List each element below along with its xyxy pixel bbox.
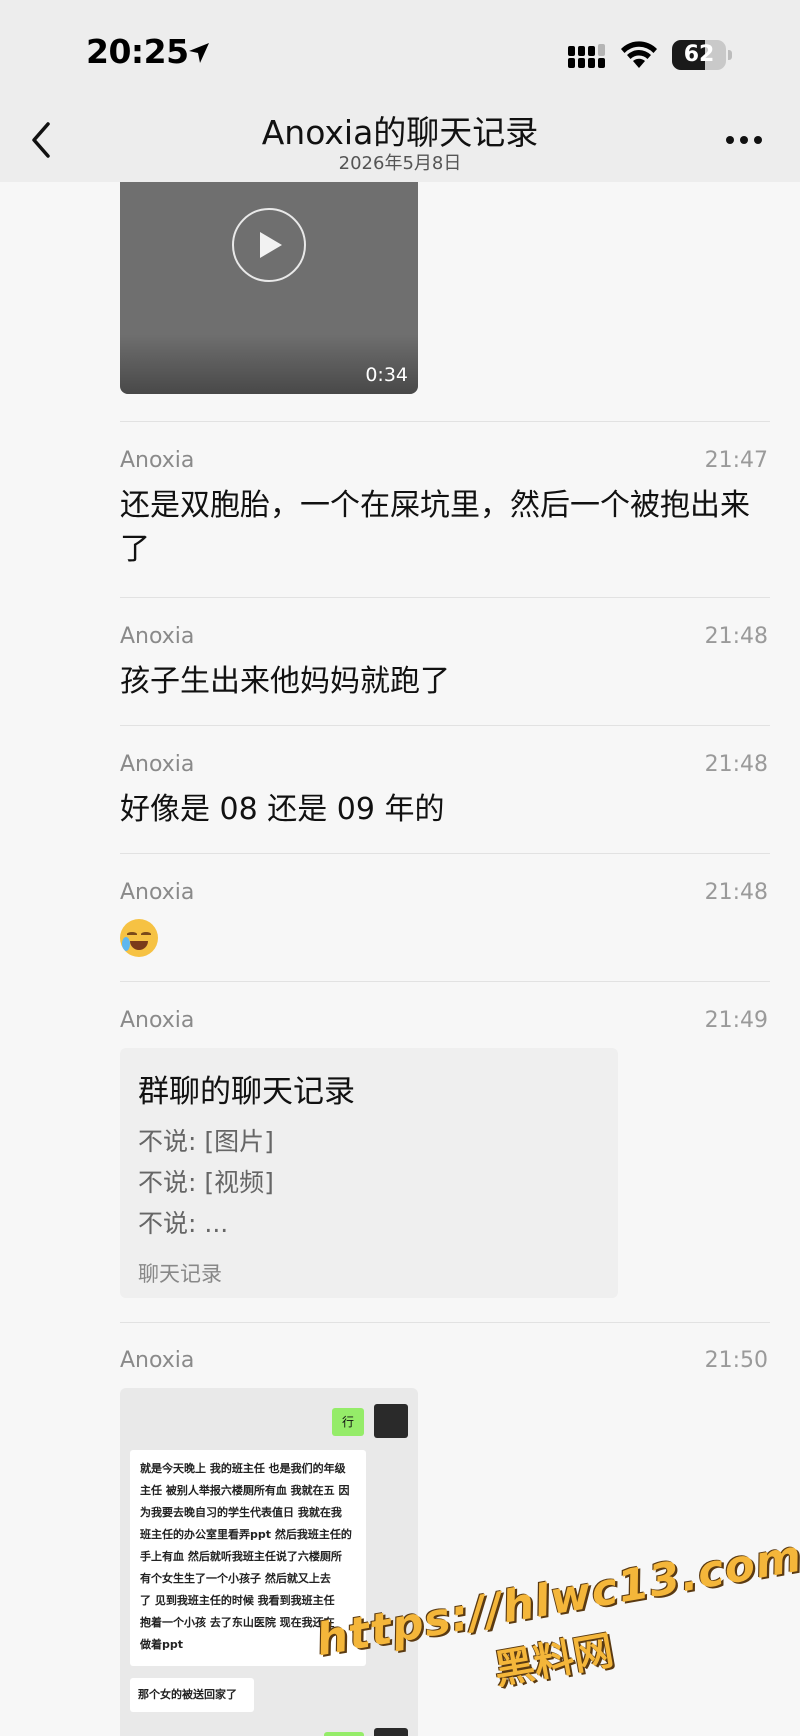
divider [120, 597, 770, 598]
message-time: 21:48 [704, 880, 768, 905]
message-sender: Anoxia [120, 624, 195, 649]
play-button[interactable] [232, 208, 306, 282]
cellular-signal-icon [568, 44, 605, 68]
screenshot-reply-bubble: 行 [332, 1408, 364, 1436]
divider [120, 725, 770, 726]
wifi-icon [621, 41, 657, 68]
battery-indicator: 62 [672, 40, 732, 70]
status-time: 20:25 [86, 32, 189, 71]
chat-record-card[interactable]: 群聊的聊天记录 不说: [图片] 不说: [视频] 不说: ... 聊天记录 [120, 1048, 618, 1298]
location-arrow-icon [189, 43, 209, 63]
battery-percent: 62 [683, 42, 715, 67]
message-time: 21:48 [704, 752, 768, 777]
chat-record-list[interactable]: 0:34 Anoxia 21:47 还是双胞胎，一个在屎坑里，然后一个被抱出来了… [0, 182, 800, 1736]
message-time: 21:50 [704, 1348, 768, 1373]
more-options-icon[interactable] [722, 128, 766, 152]
video-message[interactable]: 0:34 [120, 182, 418, 394]
chat-record-line: 不说: [视频] [138, 1168, 274, 1197]
message-text: 孩子生出来他妈妈就跑了 [120, 664, 450, 699]
screenshot-reply-bubble: 那个女的被送回家了 [130, 1678, 254, 1712]
divider [120, 1322, 770, 1323]
message-time: 21:48 [704, 624, 768, 649]
message-time: 21:49 [704, 1008, 768, 1033]
play-icon [260, 232, 282, 258]
message-sender: Anoxia [120, 880, 195, 905]
message-sender: Anoxia [120, 1008, 195, 1033]
avatar [374, 1404, 408, 1438]
message-sender: Anoxia [120, 448, 195, 473]
page-subtitle-date: 2026年5月8日 [338, 153, 462, 174]
chat-record-footer: 聊天记录 [138, 1262, 222, 1286]
message-time: 21:47 [704, 448, 768, 473]
chat-record-line: 不说: ... [138, 1209, 229, 1238]
crying-laughing-emoji-icon [120, 919, 158, 957]
page-title: Anoxia的聊天记录 [261, 113, 539, 152]
message-text: 好像是 08 还是 09 年的 [120, 792, 445, 827]
divider [120, 981, 770, 982]
divider [120, 421, 770, 422]
video-duration: 0:34 [365, 364, 408, 386]
top-bar: 20:25 62 Anoxia的聊天记录 2026年5月8日 [0, 0, 800, 182]
message-text: 还是双胞胎，一个在屎坑里，然后一个被抱出来了 [120, 488, 750, 567]
divider [120, 853, 770, 854]
message-sender: Anoxia [120, 1348, 195, 1373]
chat-record-title: 群聊的聊天记录 [138, 1074, 355, 1110]
message-sender: Anoxia [120, 752, 195, 777]
chat-record-line: 不说: [图片] [138, 1127, 274, 1156]
